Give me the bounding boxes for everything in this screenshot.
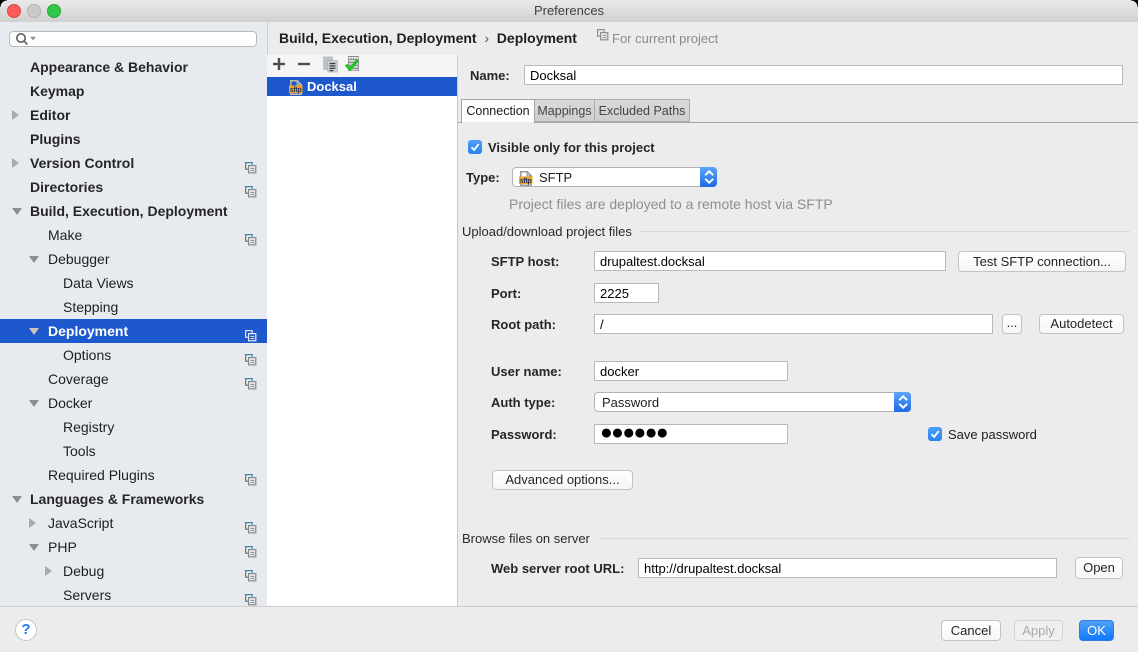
svg-text:sftp: sftp (520, 178, 532, 185)
svg-text:sftp: sftp (290, 87, 302, 94)
